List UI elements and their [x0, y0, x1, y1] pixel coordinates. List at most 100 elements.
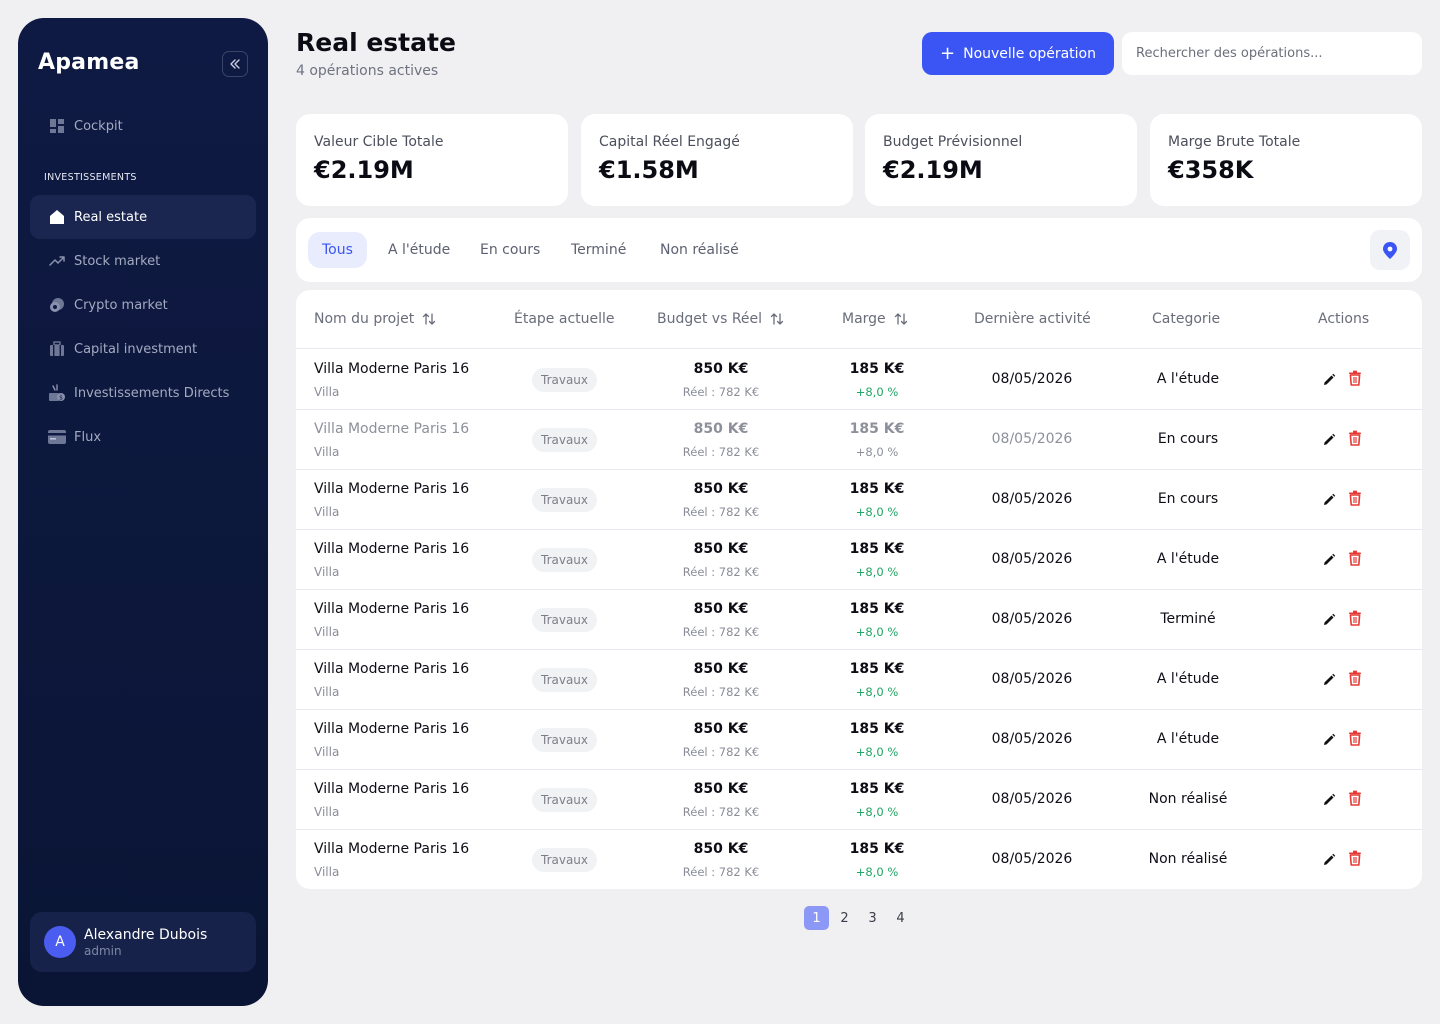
- filter-tab-a-letude[interactable]: A l'étude: [374, 232, 464, 268]
- delete-icon[interactable]: [1348, 370, 1364, 388]
- marge-value: 185 K€: [849, 601, 905, 617]
- sidebar-item-real-estate[interactable]: Real estate: [30, 195, 256, 239]
- marge-value: 185 K€: [849, 721, 905, 737]
- filter-tab-en-cours[interactable]: En cours: [466, 232, 554, 268]
- page-button-2[interactable]: 2: [832, 906, 857, 930]
- sidebar-item-label: Crypto market: [74, 297, 168, 313]
- delete-icon[interactable]: [1348, 730, 1364, 748]
- budget-value: 850 K€: [693, 361, 749, 377]
- user-card[interactable]: A Alexandre Dubois admin: [30, 912, 256, 972]
- delete-icon[interactable]: [1348, 790, 1364, 808]
- budget-value: 850 K€: [693, 421, 749, 437]
- sort-icon[interactable]: [894, 312, 908, 326]
- table-header: Nom du projet Étape actuelle Budget vs R…: [296, 290, 1422, 349]
- sort-icon[interactable]: [770, 312, 784, 326]
- collapse-sidebar-button[interactable]: [222, 51, 248, 77]
- project-name: Villa Moderne Paris 16: [314, 601, 470, 617]
- briefcase-icon: [48, 340, 66, 358]
- marge-value: 185 K€: [849, 421, 905, 437]
- reel-value: Réel : 782 K€: [682, 625, 760, 639]
- edit-icon[interactable]: [1322, 432, 1338, 448]
- sidebar-item-capital-investment[interactable]: Capital investment: [30, 327, 256, 371]
- filter-tab-termine[interactable]: Terminé: [557, 232, 640, 268]
- project-name: Villa Moderne Paris 16: [314, 541, 470, 557]
- last-activity-date: 08/05/2026: [991, 371, 1073, 387]
- marge-percent: +8,0 %: [855, 805, 899, 819]
- sort-icon[interactable]: [422, 312, 436, 326]
- budget-value: 850 K€: [693, 481, 749, 497]
- table-row[interactable]: Villa Moderne Paris 16 Villa Travaux 850 K€…: [296, 590, 1422, 650]
- category-value: En cours: [1157, 491, 1219, 507]
- search-input[interactable]: [1122, 32, 1422, 75]
- stat-label: Capital Réel Engagé: [599, 134, 740, 150]
- table-row[interactable]: Villa Moderne Paris 16 Villa Travaux 850 K€…: [296, 830, 1422, 889]
- new-operation-label: Nouvelle opération: [963, 45, 1096, 62]
- project-type: Villa: [314, 445, 340, 459]
- svg-text:$: $: [59, 395, 63, 402]
- column-header-actions: Actions: [1318, 311, 1369, 327]
- column-header-marge[interactable]: Marge: [842, 311, 908, 327]
- delete-icon[interactable]: [1348, 550, 1364, 568]
- edit-icon[interactable]: [1322, 492, 1338, 508]
- card-icon: [48, 428, 66, 446]
- table-row[interactable]: Villa Moderne Paris 16 Villa Travaux 850 K€…: [296, 650, 1422, 710]
- edit-icon[interactable]: [1322, 672, 1338, 688]
- column-header-budget[interactable]: Budget vs Réel: [657, 311, 784, 327]
- marge-percent: +8,0 %: [855, 505, 899, 519]
- filter-tab-tous[interactable]: Tous: [308, 232, 367, 268]
- table-row[interactable]: Villa Moderne Paris 16 Villa Travaux 850 K€…: [296, 470, 1422, 530]
- delete-icon[interactable]: [1348, 850, 1364, 868]
- edit-icon[interactable]: [1322, 612, 1338, 628]
- sidebar-item-investissements-directs[interactable]: $ Investissements Directs: [30, 371, 256, 415]
- stage-badge: Travaux: [532, 848, 598, 872]
- edit-icon[interactable]: [1322, 792, 1338, 808]
- table-row[interactable]: Villa Moderne Paris 16 Villa Travaux 850 K€…: [296, 770, 1422, 830]
- filter-tab-non-realise[interactable]: Non réalisé: [646, 232, 753, 268]
- reel-value: Réel : 782 K€: [682, 865, 760, 879]
- reel-value: Réel : 782 K€: [682, 565, 760, 579]
- marge-percent: +8,0 %: [855, 865, 899, 879]
- project-type: Villa: [314, 685, 340, 699]
- page-button-1[interactable]: 1: [804, 906, 829, 930]
- table-row[interactable]: Villa Moderne Paris 16 Villa Travaux 850 K€…: [296, 710, 1422, 770]
- sidebar: Apamea Cockpit INVESTISSEMENTS Real esta…: [18, 18, 268, 1006]
- new-operation-button[interactable]: + Nouvelle opération: [922, 32, 1114, 75]
- page-subtitle: 4 opérations actives: [296, 63, 439, 79]
- table-row[interactable]: Villa Moderne Paris 16 Villa Travaux 850 K€…: [296, 530, 1422, 590]
- edit-icon[interactable]: [1322, 852, 1338, 868]
- sidebar-item-cockpit[interactable]: Cockpit: [30, 104, 256, 148]
- page-button-4[interactable]: 4: [888, 906, 913, 930]
- stat-card-valeur-cible: Valeur Cible Totale €2.19M: [296, 114, 568, 206]
- sidebar-item-stock-market[interactable]: Stock market: [30, 239, 256, 283]
- map-view-button[interactable]: [1370, 230, 1410, 270]
- reel-value: Réel : 782 K€: [682, 805, 760, 819]
- project-name: Villa Moderne Paris 16: [314, 661, 470, 677]
- stage-badge: Travaux: [532, 608, 598, 632]
- table-row[interactable]: Villa Moderne Paris 16 Villa Travaux 850 K€…: [296, 410, 1422, 470]
- page-button-3[interactable]: 3: [860, 906, 885, 930]
- marge-percent: +8,0 %: [855, 565, 899, 579]
- investment-icon: $: [48, 384, 66, 402]
- sidebar-item-crypto-market[interactable]: Crypto market: [30, 283, 256, 327]
- edit-icon[interactable]: [1322, 552, 1338, 568]
- delete-icon[interactable]: [1348, 490, 1364, 508]
- stat-value: €2.19M: [314, 156, 414, 184]
- edit-icon[interactable]: [1322, 372, 1338, 388]
- sidebar-item-flux[interactable]: Flux: [30, 415, 256, 459]
- delete-icon[interactable]: [1348, 610, 1364, 628]
- last-activity-date: 08/05/2026: [991, 491, 1073, 507]
- edit-icon[interactable]: [1322, 732, 1338, 748]
- delete-icon[interactable]: [1348, 670, 1364, 688]
- stat-card-marge-brute: Marge Brute Totale €358K: [1150, 114, 1422, 206]
- table-row[interactable]: Villa Moderne Paris 16 Villa Travaux 850 K€…: [296, 350, 1422, 410]
- stage-badge: Travaux: [532, 788, 598, 812]
- stage-badge: Travaux: [532, 368, 598, 392]
- marge-value: 185 K€: [849, 661, 905, 677]
- category-value: A l'étude: [1156, 731, 1220, 747]
- delete-icon[interactable]: [1348, 430, 1364, 448]
- last-activity-date: 08/05/2026: [991, 431, 1073, 447]
- column-header-nom[interactable]: Nom du projet: [314, 311, 436, 327]
- marge-percent: +8,0 %: [855, 445, 899, 459]
- reel-value: Réel : 782 K€: [682, 745, 760, 759]
- reel-value: Réel : 782 K€: [682, 685, 760, 699]
